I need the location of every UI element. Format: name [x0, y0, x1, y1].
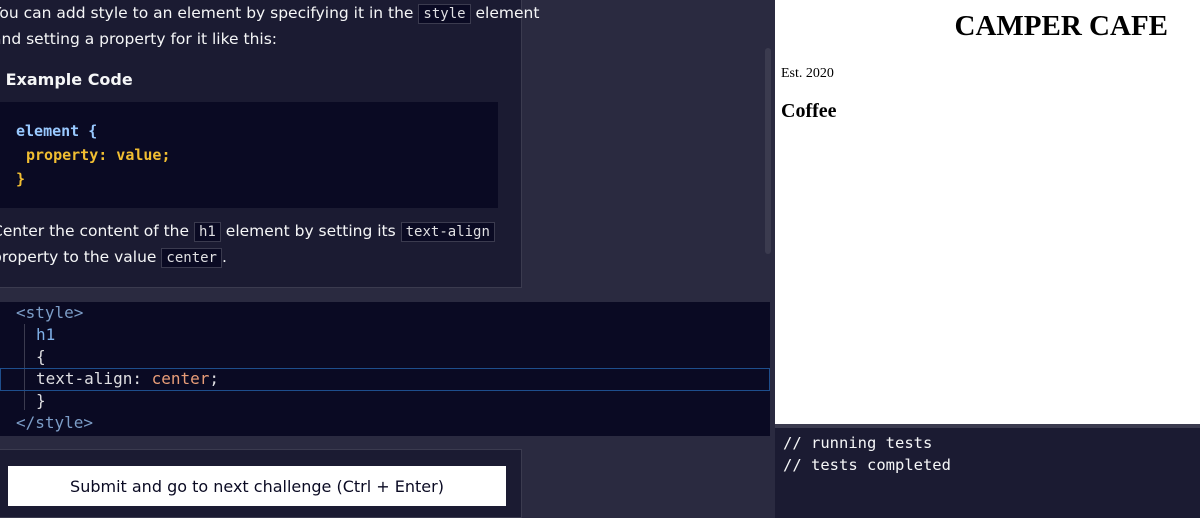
- inline-code-style: style: [418, 4, 471, 24]
- task-paragraph-2: property to the value center.: [0, 248, 227, 268]
- preview-title: CAMPER CAFE: [954, 10, 1168, 42]
- editor-line[interactable]: h1: [36, 324, 55, 346]
- example-code-block: element { property: value; }: [0, 102, 498, 208]
- editor-line[interactable]: </style>: [16, 412, 93, 434]
- editor-line[interactable]: <style>: [16, 302, 83, 324]
- inline-code-text-align: text-align: [400, 222, 495, 242]
- example-code-line: property: value;: [26, 146, 171, 164]
- console-line: // running tests: [783, 434, 933, 452]
- preview-pane: CAMPER CAFE Est. 2020 Coffee: [775, 0, 1200, 424]
- submit-button[interactable]: Submit and go to next challenge (Ctrl + …: [8, 466, 506, 506]
- example-code-toggle[interactable]: ▾ Example Code: [0, 70, 133, 89]
- instructions-panel: You can add style to an element by speci…: [0, 0, 540, 288]
- instruction-paragraph-1: You can add style to an element by speci…: [0, 4, 540, 24]
- editor-line[interactable]: }: [36, 390, 46, 412]
- console-output: // running tests // tests completed: [775, 424, 1200, 518]
- preview-heading-coffee: Coffee: [781, 100, 837, 122]
- example-code-line: element {: [16, 122, 98, 140]
- console-line: // tests completed: [783, 456, 951, 474]
- example-code-line: }: [16, 170, 26, 188]
- instruction-paragraph-2: and setting a property for it like this:: [0, 30, 278, 48]
- left-pane: You can add style to an element by speci…: [0, 0, 775, 518]
- inline-code-h1: h1: [193, 222, 221, 242]
- inline-code-center: center: [161, 248, 222, 268]
- example-code-label: Example Code: [5, 70, 133, 89]
- instructions-scrollbar[interactable]: [765, 48, 771, 254]
- indent-guide: [24, 324, 25, 410]
- task-paragraph-1: Center the content of the h1 element by …: [0, 218, 512, 245]
- active-line-highlight: [0, 368, 770, 391]
- editor-line[interactable]: {: [36, 346, 46, 368]
- preview-established: Est. 2020: [781, 66, 834, 81]
